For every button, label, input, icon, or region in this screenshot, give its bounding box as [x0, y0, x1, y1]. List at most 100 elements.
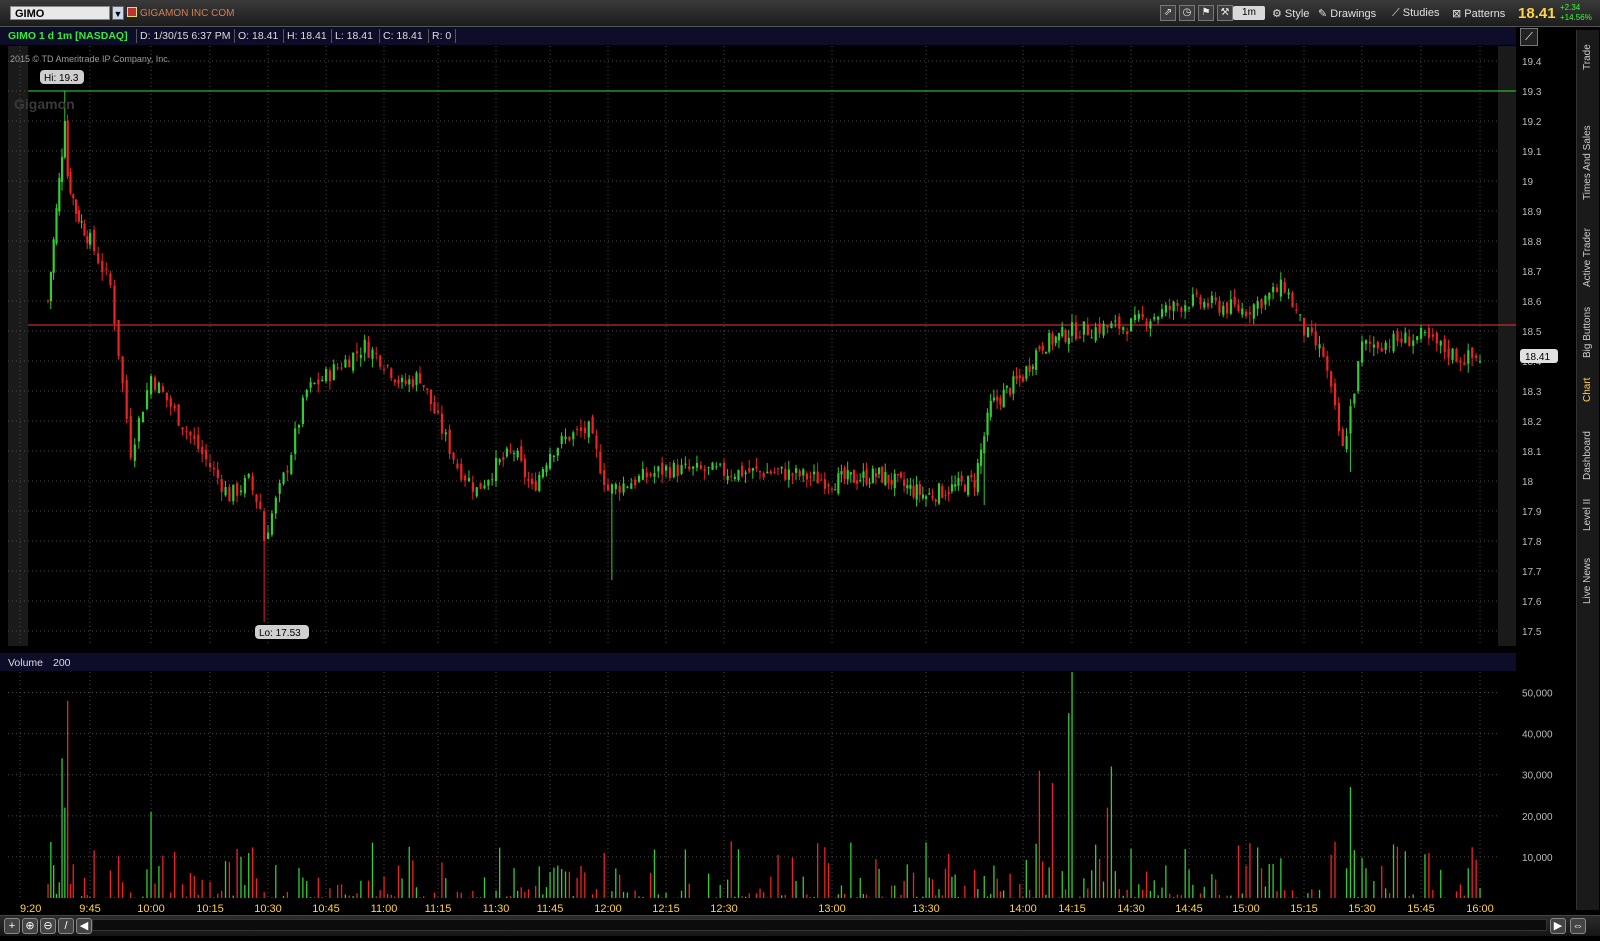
- candle-down: [1260, 299, 1263, 309]
- candle-up: [802, 469, 805, 476]
- candle-up: [483, 485, 486, 489]
- candle-down: [1455, 349, 1458, 362]
- candle-down: [534, 481, 537, 491]
- candle-down: [1226, 302, 1229, 314]
- side-tab-label: Times And Sales: [1582, 125, 1593, 200]
- candle-up: [1005, 385, 1009, 388]
- drawings-menu[interactable]: ✎ Drawings: [1318, 7, 1376, 20]
- volume-bar: [741, 896, 743, 898]
- volume-tick-label: 40,000: [1522, 730, 1553, 741]
- candle-down: [755, 466, 758, 469]
- candle-down: [827, 484, 830, 487]
- side-tab-level-ii[interactable]: Level II: [1577, 495, 1599, 535]
- candle-up: [294, 428, 297, 454]
- chart-symbol-desc[interactable]: GIMO 1 d 1m [NASDAQ]: [8, 30, 128, 42]
- volume-bar: [535, 885, 537, 898]
- candle-up: [1188, 307, 1191, 309]
- volume-bar: [715, 897, 717, 898]
- volume-bar: [1318, 889, 1321, 898]
- chart-scrollbar[interactable]: [92, 919, 1547, 931]
- candle-up: [657, 466, 660, 472]
- side-tab-chart[interactable]: Chart: [1577, 370, 1599, 405]
- volume-bar: [1237, 845, 1240, 898]
- side-tab-times-and-sales[interactable]: Times And Sales: [1577, 110, 1599, 210]
- candle-down: [1322, 347, 1325, 357]
- volume-bar: [348, 895, 350, 898]
- side-tabs: Trade Times And Sales Active Trader Big …: [1576, 30, 1599, 910]
- side-tab-big-buttons[interactable]: Big Buttons: [1577, 298, 1599, 368]
- candle-down: [599, 451, 602, 474]
- candle-down: [75, 199, 78, 214]
- candle-down: [97, 253, 100, 264]
- side-tab-dashboard[interactable]: Dashboard: [1577, 418, 1599, 488]
- price-chart[interactable]: 17.517.617.717.817.91818.118.218.318.418…: [0, 46, 1576, 651]
- volume-bar: [1032, 897, 1034, 898]
- volume-bar: [1479, 887, 1481, 898]
- candle-down: [502, 456, 505, 460]
- volume-bar: [564, 871, 567, 898]
- volume-bar: [67, 700, 69, 898]
- candle-down: [113, 285, 116, 325]
- candle-up: [983, 436, 986, 454]
- candle-down: [169, 398, 172, 407]
- scroll-left-icon[interactable]: ◀: [76, 918, 92, 934]
- indicator-icon[interactable]: ⚑: [1198, 5, 1214, 21]
- volume-bar: [941, 895, 943, 898]
- scroll-right-icon[interactable]: ▶: [1550, 918, 1566, 934]
- candle-up: [491, 479, 494, 481]
- candle-down: [393, 379, 396, 383]
- volume-bar: [1068, 713, 1070, 898]
- side-tab-trade[interactable]: Trade: [1577, 34, 1599, 94]
- zoom-out-icon[interactable]: ⊖: [40, 918, 56, 934]
- volume-bar: [759, 888, 761, 898]
- candle-down: [595, 435, 598, 449]
- candle-up: [1149, 321, 1152, 329]
- aggregation-button[interactable]: 1m: [1233, 6, 1265, 20]
- volume-bar: [517, 890, 519, 898]
- expand-icon[interactable]: ⇔: [1570, 918, 1586, 934]
- candle-up: [545, 465, 548, 473]
- volume-bar: [580, 865, 582, 898]
- patterns-menu[interactable]: ⊠ Patterns: [1452, 7, 1505, 20]
- volume-bar: [81, 896, 83, 898]
- drawing-tool-icon[interactable]: ⟋: [1520, 28, 1538, 46]
- candle-up: [232, 484, 235, 502]
- line-tool-icon[interactable]: /: [58, 918, 74, 934]
- volume-bar: [1463, 895, 1465, 898]
- volume-bar: [553, 867, 555, 898]
- candle-up: [1122, 327, 1125, 331]
- candle-down: [121, 356, 124, 384]
- side-tab-active-trader[interactable]: Active Trader: [1577, 215, 1599, 295]
- time-tick-label: 15:00: [1232, 903, 1260, 912]
- volume-bar: [572, 896, 574, 898]
- candle-down: [645, 472, 648, 478]
- info-separator: [379, 29, 380, 43]
- symbol-dropdown-icon[interactable]: ▼: [112, 6, 124, 20]
- candle-down: [1051, 333, 1054, 345]
- candle-up: [505, 448, 508, 457]
- volume-chart[interactable]: 10,000 20,000 30,000 40,000 50,000 9:20 9:45 1…: [0, 672, 1576, 912]
- candle-down: [47, 300, 50, 302]
- share-icon[interactable]: ⇗: [1160, 5, 1176, 21]
- candle-up: [415, 372, 418, 385]
- volume-bar: [653, 849, 656, 898]
- candle-down: [437, 410, 440, 413]
- side-tab-live-news[interactable]: Live News: [1577, 550, 1599, 610]
- candle-down: [1396, 331, 1399, 341]
- candle-down: [440, 413, 444, 434]
- price-tick-label: 17.8: [1522, 537, 1542, 548]
- add-icon[interactable]: +: [4, 918, 20, 934]
- clock-icon[interactable]: ◷: [1179, 5, 1195, 21]
- candle-up: [1306, 327, 1310, 337]
- symbol-input[interactable]: GIMO: [10, 6, 110, 20]
- lo-label: Lo: 17.53: [259, 628, 301, 639]
- style-menu[interactable]: ⚙ Style: [1272, 7, 1309, 20]
- candle-up: [733, 476, 736, 479]
- wrench-icon[interactable]: ⚒: [1217, 5, 1233, 21]
- volume-bar: [1365, 868, 1367, 898]
- studies-menu[interactable]: ⟋ Studies: [1392, 7, 1439, 20]
- candle-down: [856, 480, 859, 484]
- zoom-in-icon[interactable]: ⊕: [22, 918, 38, 934]
- volume-bar: [878, 868, 880, 898]
- candle-up: [989, 400, 992, 417]
